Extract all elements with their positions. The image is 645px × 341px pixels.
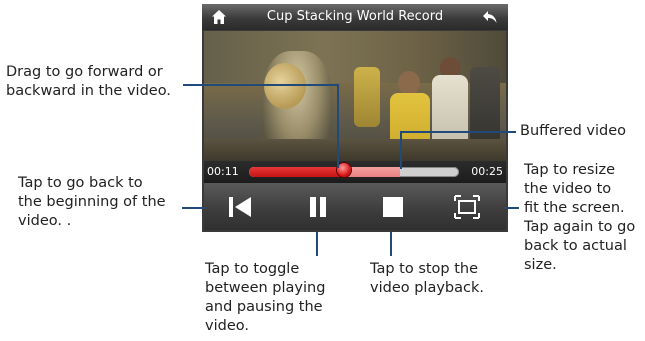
playback-controls: [204, 183, 506, 230]
title-bar: Cup Stacking World Record: [202, 4, 508, 30]
progress-track[interactable]: [249, 167, 459, 177]
current-time: 00:11: [207, 165, 239, 178]
seek-bar: 00:11 00:25: [204, 161, 506, 183]
stop-callout-line: [390, 232, 392, 256]
resize-annotation: Tap to resize the video to fit the scree…: [524, 162, 636, 273]
stop-annotation: Tap to stop the video playback.: [370, 261, 484, 296]
fullscreen-icon[interactable]: [454, 195, 480, 219]
buffered-callout-line: [400, 131, 402, 169]
toggle-annotation: Tap to toggle between playing and pausin…: [205, 261, 326, 334]
back-callout-line: [182, 207, 206, 209]
duration-time: 00:25: [471, 165, 503, 178]
back-arrow-icon[interactable]: [481, 8, 499, 26]
stop-icon[interactable]: [380, 195, 406, 219]
video-frame[interactable]: [204, 31, 506, 161]
buffered-annotation: Buffered video: [520, 123, 627, 139]
skip-to-start-icon[interactable]: [227, 195, 253, 219]
resize-callout-line: [505, 207, 519, 209]
pause-icon[interactable]: [305, 195, 331, 219]
video-player: Cup Stacking World Record 00:11 00:25: [202, 4, 508, 232]
drag-callout-line: [183, 84, 338, 86]
video-title: Cup Stacking World Record: [266, 9, 444, 24]
buffered-callout-line: [400, 131, 516, 133]
toggle-callout-line: [316, 232, 318, 256]
drag-callout-line: [337, 84, 339, 168]
drag-annotation: Drag to go forward or backward in the vi…: [6, 64, 171, 99]
back-to-start-annotation: Tap to go back to the beginning of the v…: [18, 175, 166, 229]
played-progress: [249, 167, 344, 177]
home-icon[interactable]: [210, 8, 228, 26]
